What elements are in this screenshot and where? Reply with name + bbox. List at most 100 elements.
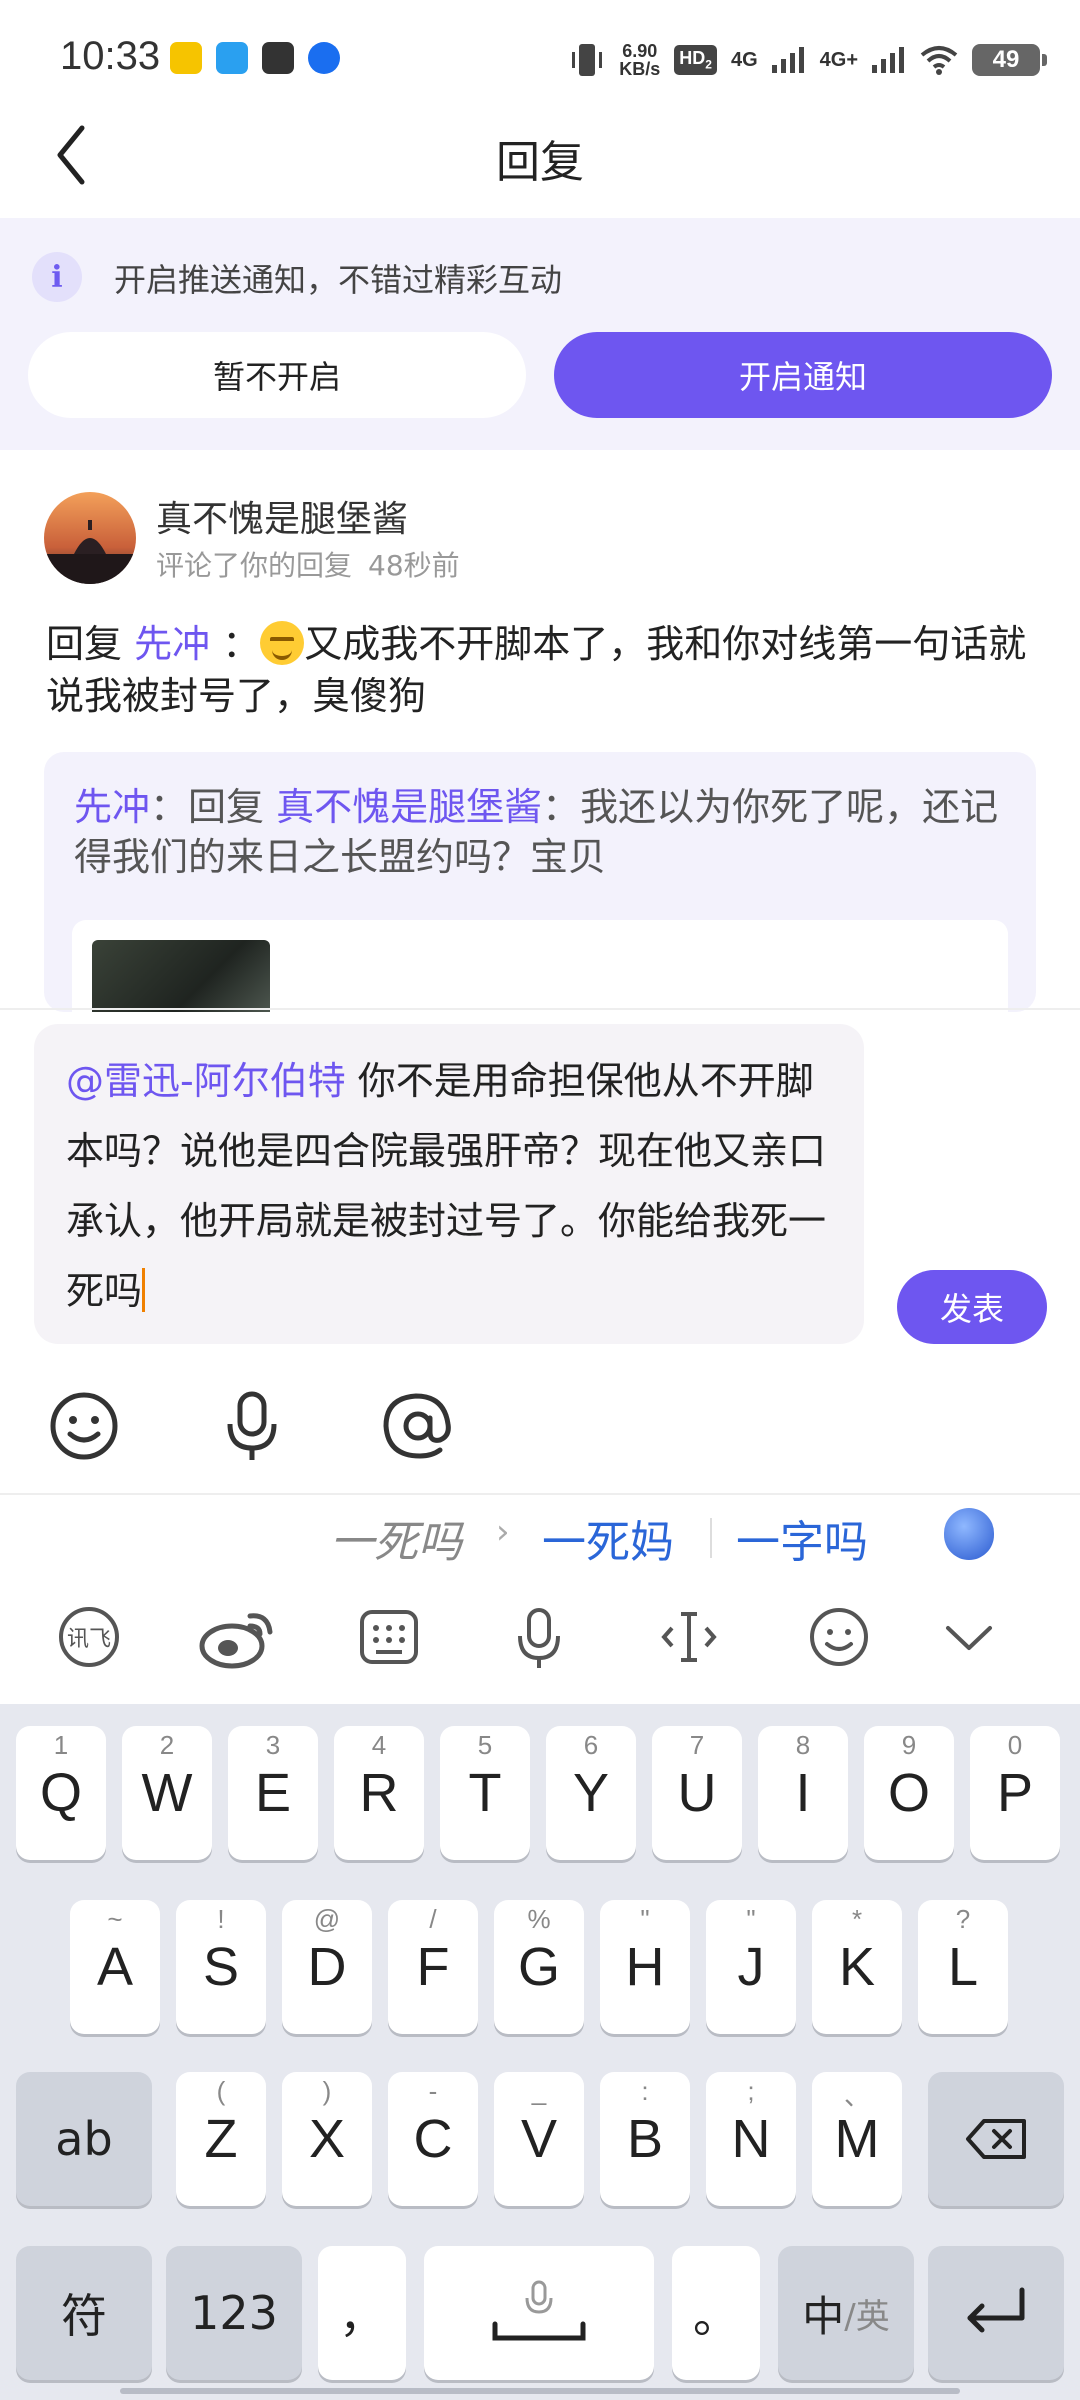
key-label: S: [202, 1937, 240, 1997]
key-hint: 1: [53, 1730, 69, 1760]
key-e[interactable]: 3E: [228, 1726, 318, 1860]
candidate-word[interactable]: 一字吗: [736, 1506, 868, 1570]
signal-4g-icon: 4G: [730, 48, 758, 71]
key-label: F: [416, 1937, 450, 1997]
emoji-icon[interactable]: [46, 1388, 122, 1464]
key-l[interactable]: ? L: [918, 1900, 1008, 2034]
ifly-logo-icon[interactable]: 讯飞: [56, 1604, 122, 1670]
quote-mention[interactable]: 真不愧是腿堡酱: [276, 785, 542, 829]
reply-input-text[interactable]: @雷迅-阿尔伯特 你不是用命担保他从不开脚本吗？说他是四合院最强肝帝？现在他又亲…: [66, 1046, 846, 1326]
shift-abc-key[interactable]: ab: [16, 2072, 152, 2206]
key-label: E: [254, 1763, 292, 1823]
key-label: G: [517, 1937, 560, 1997]
enter-key[interactable]: [928, 2246, 1064, 2380]
key-f[interactable]: / F: [388, 1900, 478, 2034]
quote-author[interactable]: 先冲: [74, 785, 150, 829]
key-label: P: [996, 1763, 1034, 1823]
key-label: L: [947, 1937, 979, 1997]
key-s[interactable]: ! S: [176, 1900, 266, 2034]
microphone-icon[interactable]: [214, 1388, 290, 1464]
key-hint: 4: [371, 1730, 387, 1760]
shift-abc-label: ab: [55, 2112, 113, 2166]
key-c[interactable]: -C: [388, 2072, 478, 2206]
key-label: Y: [572, 1763, 610, 1823]
post-button[interactable]: 发表: [897, 1270, 1047, 1344]
soft-keyboard: 1Q2W3E4R5T6Y7U8I9O0P ~ A! S @ D / F% G " H " J * K? L …: [0, 1704, 1080, 2400]
pinyin-composition[interactable]: 一死吗: [330, 1506, 462, 1570]
key-d[interactable]: @ D: [282, 1900, 372, 2034]
ime-mascot-icon[interactable]: [944, 1508, 994, 1560]
text-caret: [142, 1268, 146, 1312]
key-n[interactable]: ; N: [706, 2072, 796, 2206]
commenter-username[interactable]: 真不愧是腿堡酱: [156, 490, 408, 542]
key-label: Q: [39, 1763, 82, 1823]
smiley-icon[interactable]: [806, 1604, 872, 1670]
symbol-key[interactable]: 符: [16, 2246, 152, 2380]
key-z[interactable]: (Z: [176, 2072, 266, 2206]
cloud-app-icon: [216, 42, 248, 74]
candidate-word[interactable]: 一死妈: [542, 1506, 674, 1570]
quoted-media-thumbnail[interactable]: [92, 940, 270, 1012]
key-label: M: [834, 2109, 880, 2169]
enable-notification-button[interactable]: 开启通知: [554, 332, 1052, 418]
keyboard-layout-icon[interactable]: [356, 1604, 422, 1670]
chevron-down-icon[interactable]: [936, 1604, 1002, 1670]
key-o[interactable]: 9O: [864, 1726, 954, 1860]
key-label: N: [731, 2109, 771, 2169]
key-hint: 7: [689, 1730, 705, 1760]
key-label: V: [520, 2109, 558, 2169]
not-now-button[interactable]: 暂不开启: [28, 332, 526, 418]
language-switch-key[interactable]: 中/英: [778, 2246, 914, 2380]
reply-prefix: 回复: [46, 622, 123, 666]
key-hint: (: [216, 2076, 226, 2106]
key-v[interactable]: _ V: [494, 2072, 584, 2206]
key-a[interactable]: ~ A: [70, 1900, 160, 2034]
key-hint: ;: [747, 2076, 755, 2106]
reply-colon: ：: [222, 622, 261, 666]
network-speed: 6.90 KB/s: [619, 41, 661, 79]
key-x[interactable]: ) X: [282, 2072, 372, 2206]
key-m[interactable]: 、 M: [812, 2072, 902, 2206]
key-i[interactable]: 8I: [758, 1726, 848, 1860]
key-y[interactable]: 6Y: [546, 1726, 636, 1860]
key-k[interactable]: * K: [812, 1900, 902, 2034]
key-b[interactable]: :B: [600, 2072, 690, 2206]
period-key[interactable]: 。: [672, 2246, 760, 2380]
mention-at-icon[interactable]: [380, 1388, 456, 1464]
key-u[interactable]: 7U: [652, 1726, 742, 1860]
backspace-key[interactable]: [928, 2072, 1064, 2206]
key-hint: 6: [583, 1730, 599, 1760]
battery-icon: 49: [972, 44, 1047, 76]
status-indicators: 6.90 KB/s HD2 4G 4G+ 49: [569, 38, 1047, 82]
voice-input-icon[interactable]: [506, 1604, 572, 1670]
quoted-media-card[interactable]: [72, 920, 1008, 1012]
key-hint: %: [527, 1904, 551, 1934]
key-hint: 5: [477, 1730, 493, 1760]
signal-4g-plus-icon: 4G+: [819, 48, 858, 71]
key-hint: *: [851, 1904, 863, 1934]
key-h[interactable]: " H: [600, 1900, 690, 2034]
key-p[interactable]: 0P: [970, 1726, 1060, 1860]
weibo-icon[interactable]: [198, 1604, 278, 1670]
quoted-reply[interactable]: 先冲：回复 真不愧是腿堡酱：我还以为你死了呢，还记得我们的来日之长盟约吗？宝贝: [44, 752, 1036, 1012]
key-g[interactable]: % G: [494, 1900, 584, 2034]
page-title: 回复: [496, 137, 584, 188]
key-j[interactable]: " J: [706, 1900, 796, 2034]
key-q[interactable]: 1Q: [16, 1726, 106, 1860]
number-key[interactable]: 123: [166, 2246, 302, 2380]
space-key[interactable]: [424, 2246, 654, 2380]
reply-target-user[interactable]: 先冲: [134, 622, 210, 666]
key-t[interactable]: 5T: [440, 1726, 530, 1860]
key-w[interactable]: 2W: [122, 1726, 212, 1860]
divider: [0, 1493, 1080, 1495]
backspace-icon: [966, 2119, 1026, 2159]
comma-key[interactable]: ，: [318, 2246, 406, 2380]
home-indicator[interactable]: [120, 2388, 960, 2394]
key-hint: /: [429, 1904, 437, 1934]
key-r[interactable]: 4R: [334, 1726, 424, 1860]
key-label: K: [838, 1937, 876, 1997]
cursor-move-icon[interactable]: [656, 1604, 722, 1670]
key-label: X: [308, 2109, 346, 2169]
key-hint: 3: [265, 1730, 281, 1760]
avatar[interactable]: [44, 492, 136, 584]
